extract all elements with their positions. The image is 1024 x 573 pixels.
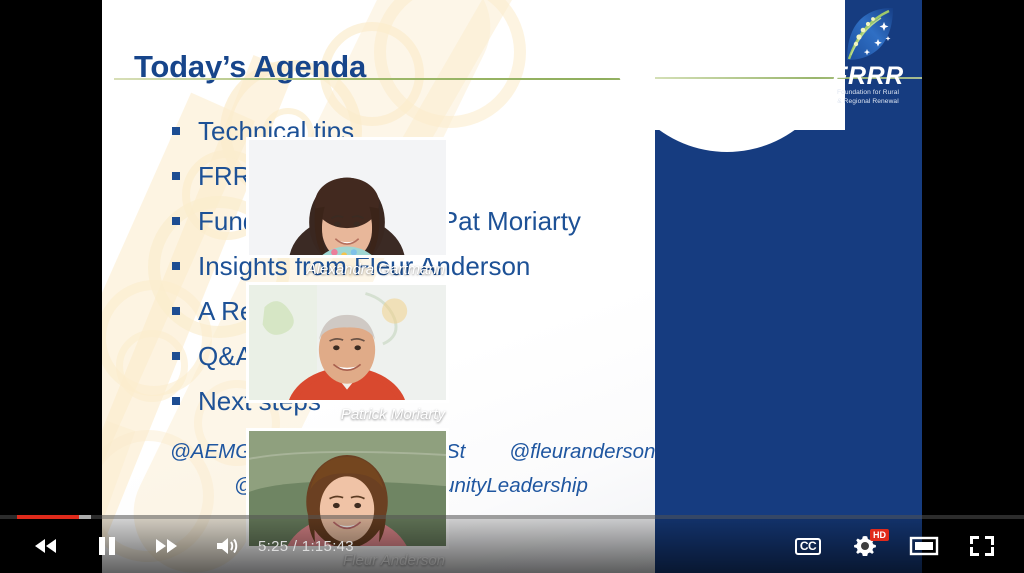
frrr-wordmark: FRRR (832, 62, 904, 90)
volume-icon (214, 535, 240, 557)
speaker-card-alexandra-gartmann: Alexandra Gartmann (246, 137, 449, 278)
cc-icon: CC (794, 537, 822, 555)
bullet-square-icon (172, 217, 180, 225)
hd-badge: HD (870, 529, 889, 541)
captions-button[interactable]: CC (786, 519, 830, 573)
avatar (246, 137, 449, 258)
volume-button[interactable] (204, 519, 250, 573)
player-controls: 5:25 / 1:15:43 CC (0, 519, 1024, 573)
bullet-square-icon (172, 262, 180, 270)
fullscreen-button[interactable] (958, 519, 1006, 573)
avatar (246, 282, 449, 403)
previous-button[interactable] (22, 519, 68, 573)
pause-icon (96, 535, 118, 557)
speaker-name: Alexandra Gartmann (306, 261, 445, 278)
bullet-square-icon (172, 127, 180, 135)
theater-icon (909, 535, 939, 557)
theater-mode-button[interactable] (900, 519, 948, 573)
frrr-logo: FRRR Foundation for Rural & Regional Ren… (820, 4, 916, 120)
speaker-card-patrick-moriarty: Patrick Moriarty (246, 282, 449, 423)
handle-fleuranderson: @fleuranderson (509, 440, 656, 463)
frrr-tagline-line2: & Regional Renewal (837, 97, 899, 105)
frrr-tagline-line1: Foundation for Rural (836, 89, 900, 96)
next-icon (154, 536, 180, 556)
next-button[interactable] (144, 519, 190, 573)
bullet-square-icon (172, 397, 180, 405)
bullet-square-icon (172, 352, 180, 360)
presentation-slide: Today’s Agenda Technical tips FRRR & CIR… (102, 0, 922, 573)
bullet-square-icon (172, 307, 180, 315)
previous-icon (32, 536, 58, 556)
list-item-label: Q&A (198, 341, 253, 371)
settings-button[interactable] (842, 519, 888, 573)
time-display: 5:25 / 1:15:43 (258, 537, 354, 555)
bullet-square-icon (172, 172, 180, 180)
video-player: Today’s Agenda Technical tips FRRR & CIR… (0, 0, 1024, 573)
fullscreen-icon (969, 535, 995, 557)
pause-button[interactable] (84, 519, 130, 573)
frrr-leaf-icon (837, 6, 899, 62)
speaker-name: Patrick Moriarty (340, 406, 445, 423)
